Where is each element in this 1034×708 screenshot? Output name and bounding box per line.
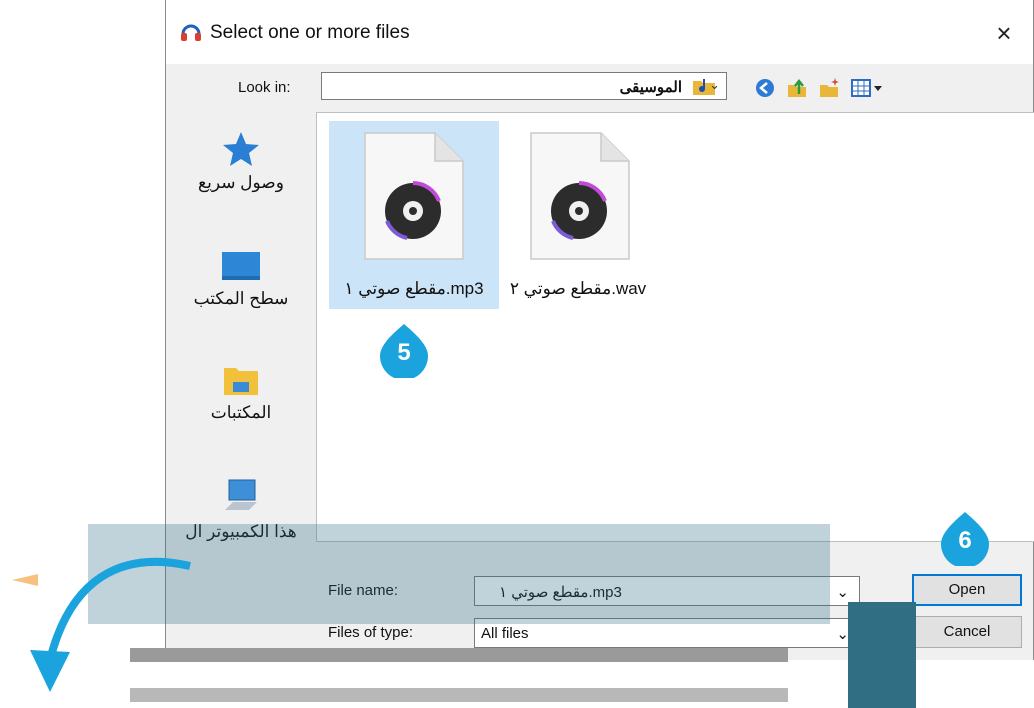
- sidebar-item-label: المكتبات: [210, 403, 272, 422]
- look-in-label: Look in:: [238, 79, 291, 96]
- decorative-bar: [130, 688, 788, 702]
- step-number: 5: [397, 339, 411, 366]
- decorative-bar: [130, 648, 788, 662]
- sidebar-item-desktop[interactable]: سطح المكتب: [166, 250, 316, 309]
- audio-file-icon: [364, 132, 464, 260]
- cancel-button[interactable]: Cancel: [912, 616, 1022, 648]
- new-folder-icon[interactable]: [818, 77, 840, 99]
- libraries-icon: [224, 368, 258, 395]
- sidebar-item-libraries[interactable]: المكتبات: [166, 362, 316, 423]
- computer-icon: [225, 479, 257, 510]
- file-name-label: مقطع صوتي ١.mp3: [344, 279, 484, 298]
- file-item-mp3[interactable]: مقطع صوتي ١.mp3: [329, 121, 499, 309]
- decorative-pillar: [848, 602, 916, 708]
- headphones-icon: [181, 24, 201, 41]
- star-icon: [223, 132, 259, 166]
- open-button[interactable]: Open: [912, 574, 1022, 606]
- look-in-dropdown[interactable]: الموسيقى ⌄: [321, 72, 727, 100]
- look-in-value: الموسيقى: [619, 79, 682, 96]
- sidebar-item-label: وصول سريع: [198, 173, 284, 192]
- look-in-row: Look in: الموسيقى ⌄: [166, 64, 1033, 112]
- view-menu-icon[interactable]: [850, 77, 884, 99]
- chevron-down-icon: ⌄: [709, 77, 720, 92]
- file-type-label: Files of type:: [328, 624, 414, 641]
- chevron-down-icon: ⌄: [836, 584, 849, 601]
- desktop-icon: [222, 252, 260, 280]
- sidebar-item-label: سطح المكتب: [193, 289, 289, 308]
- file-name-label: مقطع صوتي ٢.wav: [509, 279, 647, 298]
- dialog-title: Select one or more files: [210, 22, 410, 43]
- file-type-value: All files: [481, 625, 529, 642]
- step-badge-5: 5: [376, 322, 432, 380]
- step-number: 6: [958, 527, 972, 554]
- file-item-wav[interactable]: مقطع صوتي ٢.wav: [503, 121, 673, 309]
- step-badge-6: 6: [937, 510, 993, 568]
- curved-arrow-icon: [12, 557, 191, 692]
- sidebar-item-quick-access[interactable]: وصول سريع: [166, 130, 316, 193]
- back-icon[interactable]: [754, 77, 776, 99]
- up-folder-icon[interactable]: [786, 77, 808, 99]
- title-bar: Select one or more files ×: [166, 0, 1033, 64]
- close-button[interactable]: ×: [989, 18, 1019, 48]
- audio-file-icon: [530, 132, 630, 260]
